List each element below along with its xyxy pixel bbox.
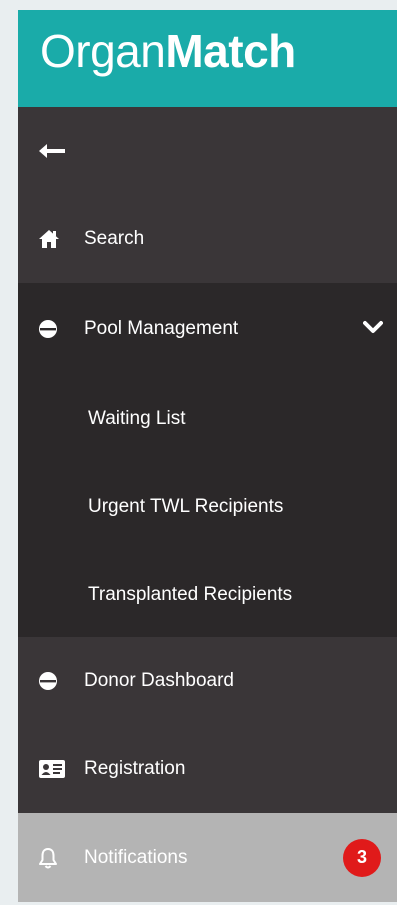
brand-logo-bold: Match — [165, 25, 296, 77]
sidebar-item-label: Donor Dashboard — [84, 670, 234, 691]
sidebar-subitem-urgent-twl-recipients[interactable]: Urgent TWL Recipients — [18, 463, 397, 551]
half-circle-icon — [38, 319, 58, 339]
sidebar-subitem-label: Waiting List — [88, 408, 186, 429]
sidebar-subitem-transplanted-recipients[interactable]: Transplanted Recipients — [18, 551, 397, 639]
brand-logo-light: Organ — [40, 25, 166, 77]
home-icon — [38, 229, 60, 249]
back-button[interactable] — [18, 107, 397, 195]
back-arrow-icon — [38, 143, 66, 159]
sidebar-item-donor-dashboard[interactable]: Donor Dashboard — [18, 637, 397, 725]
sidebar-item-search[interactable]: Search — [18, 195, 397, 283]
sidebar-item-label: Notifications — [84, 846, 188, 868]
half-circle-icon — [38, 671, 58, 691]
sidebar-item-registration[interactable]: Registration — [18, 725, 397, 813]
chevron-down-icon[interactable] — [363, 318, 383, 340]
brand-logo[interactable]: OrganMatch — [40, 23, 296, 79]
sidebar-subitem-label: Urgent TWL Recipients — [88, 496, 284, 517]
sidebar: OrganMatch Search Pool Management Waitin… — [18, 10, 397, 902]
id-card-icon — [38, 759, 66, 779]
bell-icon — [38, 847, 58, 869]
sidebar-subitem-label: Transplanted Recipients — [88, 584, 293, 605]
sidebar-item-notifications[interactable]: Notifications 3 — [18, 813, 397, 902]
sidebar-item-label: Pool Management — [84, 318, 239, 339]
notification-count-badge: 3 — [343, 838, 381, 877]
sidebar-subitem-waiting-list[interactable]: Waiting List — [18, 375, 397, 463]
sidebar-item-label: Registration — [84, 758, 186, 779]
sidebar-item-pool-management[interactable]: Pool Management — [18, 283, 397, 375]
sidebar-item-label: Search — [84, 228, 145, 249]
brand-header: OrganMatch — [18, 10, 397, 107]
